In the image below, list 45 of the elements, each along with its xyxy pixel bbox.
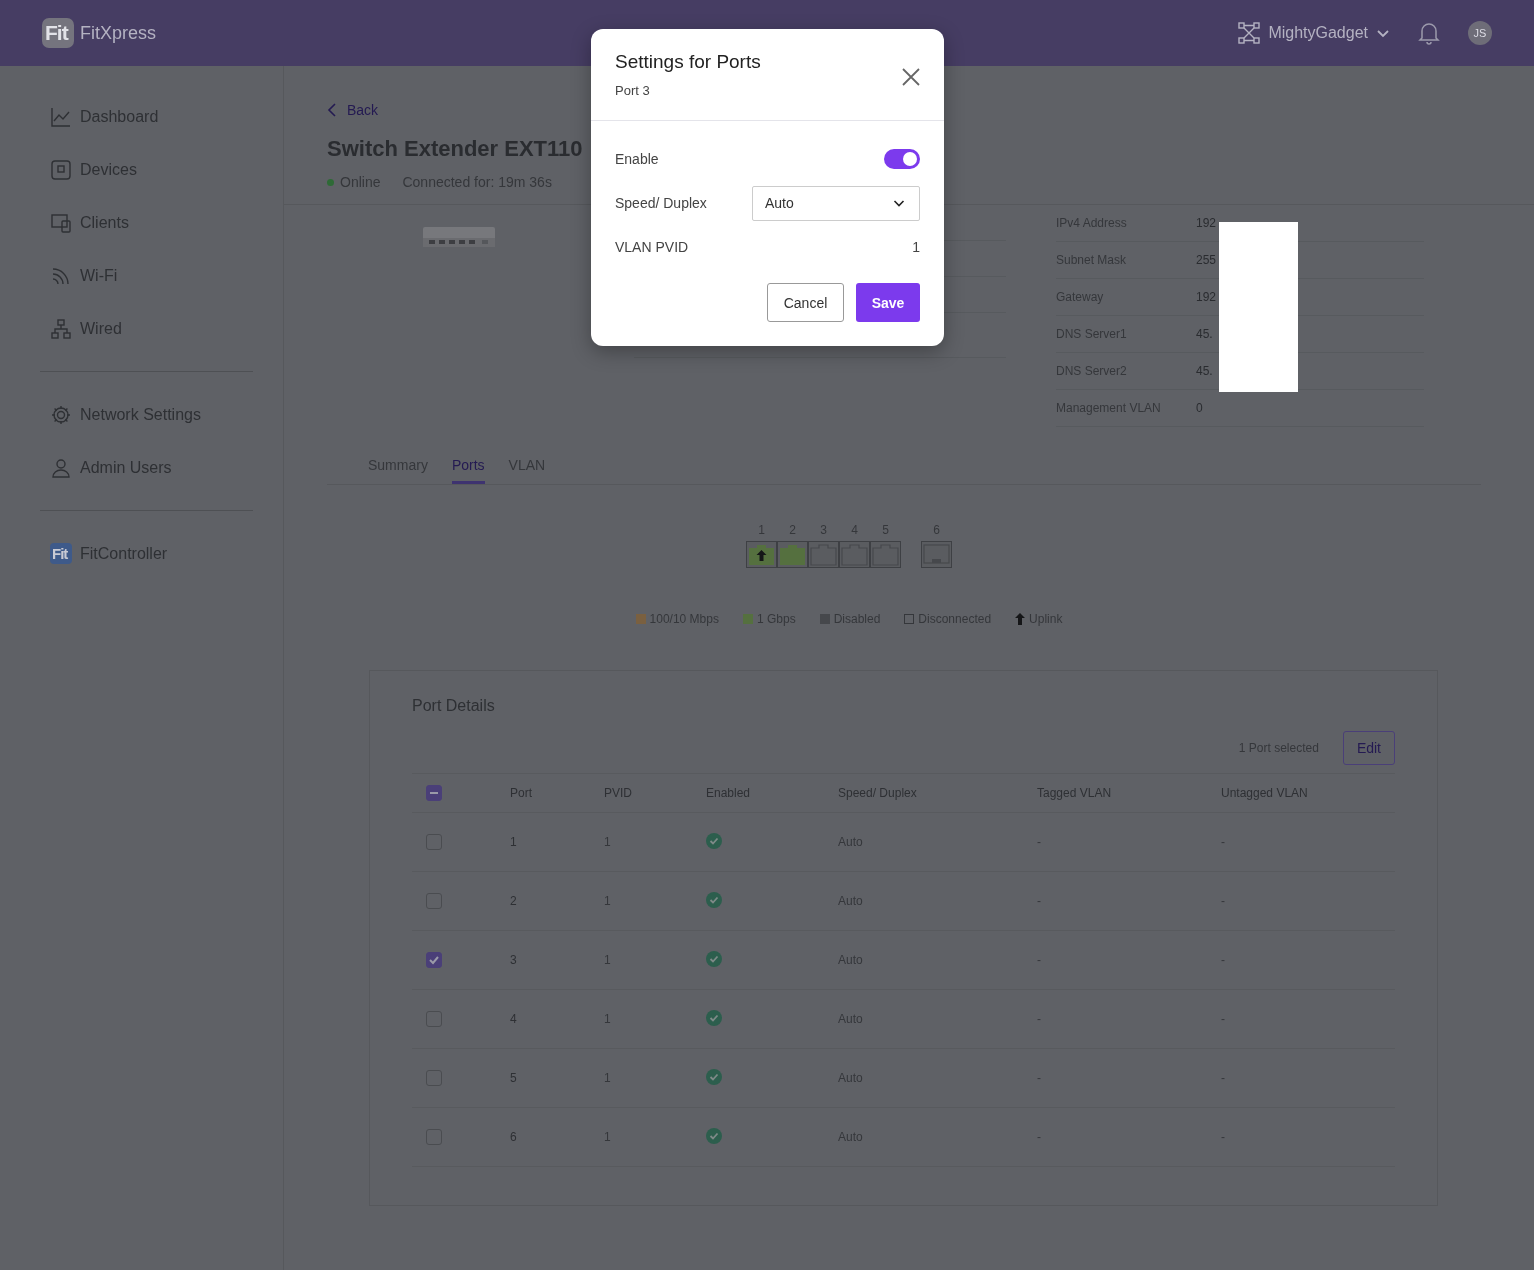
chevron-left-icon — [327, 103, 337, 117]
status-dot — [327, 178, 334, 186]
enable-toggle[interactable] — [884, 149, 920, 169]
table-cell: - — [1036, 812, 1220, 872]
close-icon[interactable] — [902, 67, 920, 86]
table-cell: - — [1036, 930, 1220, 990]
user-avatar[interactable]: JS — [1468, 21, 1492, 45]
device-icon — [50, 158, 72, 181]
table-cell: - — [1036, 989, 1220, 1049]
notifications-icon[interactable] — [1418, 21, 1440, 45]
field-label: Speed/ Duplex — [615, 195, 707, 211]
table-cell: - — [1036, 1048, 1220, 1108]
back-link[interactable]: Back — [327, 102, 1491, 118]
speed-dropdown[interactable]: Auto — [752, 185, 920, 221]
network-icon — [50, 317, 72, 340]
select-all-checkbox[interactable] — [426, 785, 442, 801]
cancel-button[interactable]: Cancel — [767, 283, 844, 322]
user-icon — [50, 456, 72, 479]
edit-button[interactable]: Edit — [1342, 731, 1395, 765]
dialog-subtitle: Port 3 — [615, 83, 651, 98]
chart-icon — [50, 105, 72, 128]
field-label: VLAN PVID — [615, 239, 689, 255]
clients-icon — [50, 211, 72, 234]
logo-mark: Fit — [50, 543, 72, 564]
table-cell: - — [1220, 1048, 1395, 1108]
dialog-title: Settings for Ports — [615, 51, 761, 73]
gear-icon — [50, 403, 72, 426]
table-cell: - — [1220, 930, 1395, 990]
field-label: Enable — [615, 151, 659, 167]
row-checkbox[interactable] — [426, 952, 442, 968]
logo-mark: Fit — [42, 18, 74, 48]
site-switcher[interactable]: MightyGadget — [1238, 22, 1390, 44]
table-cell: - — [1220, 812, 1395, 872]
tab[interactable]: Ports — [451, 453, 485, 484]
field-value: 1 — [912, 239, 920, 255]
network-icon — [1238, 22, 1261, 44]
table-cell: - — [1220, 989, 1395, 1049]
table-cell: - — [1220, 1107, 1395, 1167]
table-cell: - — [1036, 871, 1220, 931]
table-cell: - — [1036, 1107, 1220, 1167]
table-cell: - — [1220, 871, 1395, 931]
arrow-up-icon — [1015, 613, 1026, 625]
legend-swatch — [904, 614, 915, 624]
app-name: FitXpress — [80, 22, 157, 44]
save-button[interactable]: Save — [856, 283, 920, 322]
